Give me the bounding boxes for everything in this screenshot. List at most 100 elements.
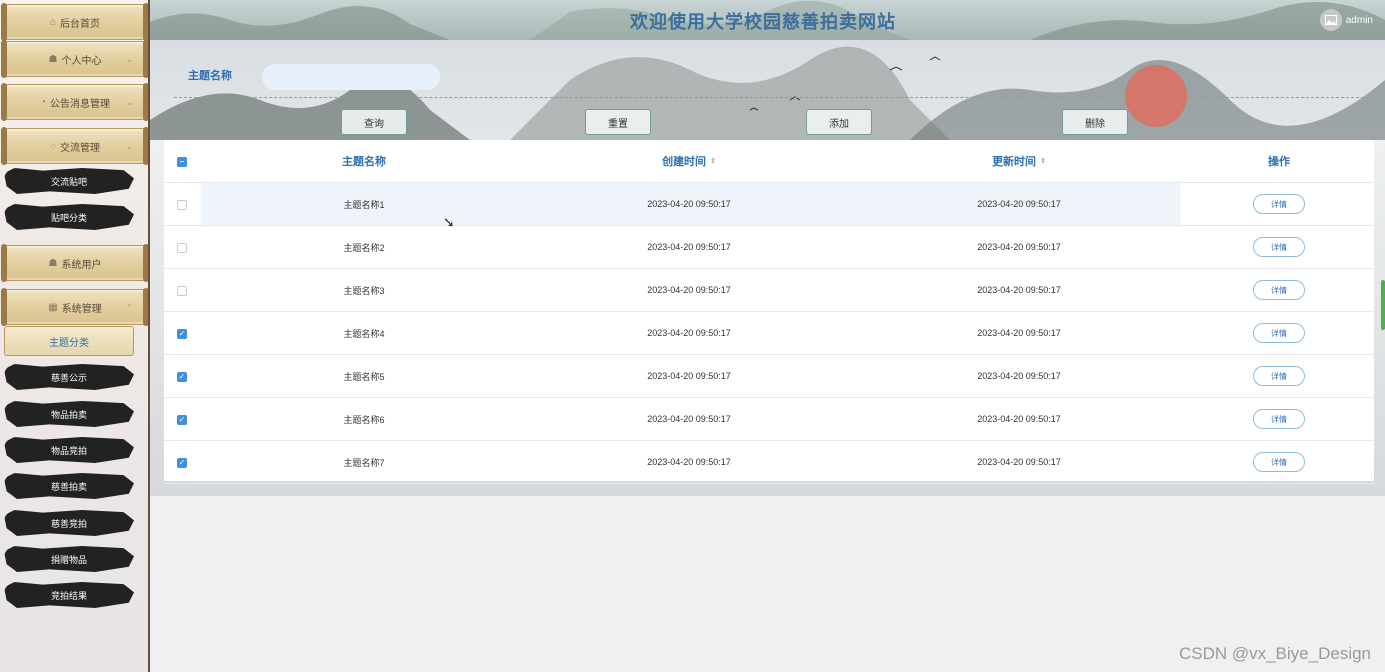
sidebar-item-3[interactable]: ◌ 交流管理 ⌄	[1, 127, 148, 165]
search-label: 主题名称	[188, 70, 232, 82]
sidebar-item-12[interactable]: 慈善拍卖	[4, 473, 134, 499]
bell-icon: ◔	[39, 96, 47, 108]
site-title: 欢迎使用大学校园慈善拍卖网站	[630, 12, 896, 32]
column-header-name: 主题名称	[342, 156, 386, 168]
sidebar-item-5[interactable]: 贴吧分类	[4, 204, 134, 230]
cell-created: 2023-04-20 09:50:17	[647, 457, 731, 467]
cell-updated: 2023-04-20 09:50:17	[977, 371, 1061, 381]
image-icon	[1319, 9, 1342, 31]
row-checkbox[interactable]	[177, 286, 187, 296]
table-row[interactable]: ✓ 主题名称7 2023-04-20 09:50:17 2023-04-20 09:5…	[164, 441, 1374, 484]
user-menu[interactable]: admin	[1319, 9, 1373, 31]
cell-name: 主题名称1	[343, 199, 385, 210]
detail-button[interactable]: 详情	[1253, 323, 1305, 343]
page-scrollbar[interactable]	[1381, 280, 1385, 330]
sidebar-item-label: 交流贴吧	[50, 176, 87, 187]
sidebar-item-7[interactable]: ▦ 系统管理 ⌃	[1, 288, 148, 326]
cell-name: 主题名称2	[343, 242, 385, 253]
detail-button[interactable]: 详情	[1253, 409, 1305, 429]
sidebar-item-label: 交流管理	[59, 142, 100, 154]
sidebar-item-label: 慈善竞拍	[50, 518, 87, 529]
cell-updated: 2023-04-20 09:50:17	[977, 328, 1061, 338]
cell-created: 2023-04-20 09:50:17	[647, 414, 731, 424]
sidebar-item-9[interactable]: 慈善公示	[4, 364, 134, 390]
cell-actions: 详情	[1184, 441, 1374, 483]
sidebar-item-1[interactable]: ☗ 个人中心 ⌄	[1, 40, 148, 78]
cell-updated: 2023-04-20 09:50:17	[977, 199, 1061, 209]
reset-button[interactable]: 重置	[585, 109, 651, 135]
cell-updated: 2023-04-20 09:50:17	[977, 242, 1061, 252]
sidebar-item-14[interactable]: 捐赠物品	[4, 546, 134, 572]
cell-actions: 详情	[1184, 398, 1374, 440]
home-icon: ⌂	[49, 16, 57, 28]
username: admin	[1345, 14, 1373, 26]
sidebar-item-6[interactable]: ☗ 系统用户	[1, 244, 148, 282]
sidebar: ⌂ 后台首页 ☗ 个人中心 ⌄ ◔ 公告消息管理 ⌄ ◌ 交流管理 ⌄ 交流贴吧 贴吧分类 ☗ 系统用户 ▦ 系…	[0, 0, 150, 672]
sidebar-item-15[interactable]: 竞拍结果	[4, 582, 134, 608]
divider	[174, 97, 1364, 98]
detail-button[interactable]: 详情	[1253, 194, 1305, 214]
column-header-updated[interactable]: 更新时间	[992, 153, 1036, 169]
sidebar-item-13[interactable]: 慈善竞拍	[4, 510, 134, 536]
cell-created: 2023-04-20 09:50:17	[647, 285, 731, 295]
sidebar-item-label: 捐赠物品	[50, 554, 87, 565]
grid-icon: ▦	[48, 301, 58, 313]
table-row[interactable]: ✓ 主题名称6 2023-04-20 09:50:17 2023-04-20 09:5…	[164, 398, 1374, 441]
sidebar-item-label: 慈善拍卖	[50, 481, 87, 492]
cell-actions: 详情	[1184, 226, 1374, 268]
delete-button[interactable]: 删除	[1062, 109, 1128, 135]
sidebar-item-0[interactable]: ⌂ 后台首页	[1, 3, 148, 41]
sort-icon[interactable]: ⇕	[710, 157, 716, 165]
row-checkbox[interactable]	[177, 243, 187, 253]
table-row[interactable]: 主题名称1 2023-04-20 09:50:17 2023-04-20 09:50…	[164, 183, 1374, 226]
landscape-background	[150, 46, 1385, 140]
cell-actions: 详情	[1184, 355, 1374, 397]
detail-button[interactable]: 详情	[1253, 452, 1305, 472]
search-input[interactable]	[262, 64, 440, 90]
select-all-checkbox[interactable]: –	[177, 157, 187, 167]
sort-icon[interactable]: ⇕	[1040, 157, 1046, 165]
table-row[interactable]: ✓ 主题名称4 2023-04-20 09:50:17 2023-04-20 09:5…	[164, 312, 1374, 355]
sidebar-item-10[interactable]: 物品拍卖	[4, 401, 134, 427]
table-row[interactable]: ✓ 主题名称5 2023-04-20 09:50:17 2023-04-20 09:5…	[164, 355, 1374, 398]
sidebar-item-8[interactable]: 主题分类	[4, 326, 134, 356]
detail-button[interactable]: 详情	[1253, 366, 1305, 386]
chevron-down-icon: ⌄	[126, 97, 133, 107]
cell-name: 主题名称6	[343, 414, 385, 425]
user-icon: ☗	[48, 53, 58, 65]
cell-name: 主题名称7	[343, 457, 385, 468]
query-button[interactable]: 查询	[341, 109, 407, 135]
watermark: CSDN @vx_Biye_Design	[1178, 644, 1371, 663]
sidebar-item-label: 慈善公示	[50, 372, 87, 383]
sidebar-item-label: 竞拍结果	[50, 590, 87, 601]
sidebar-item-4[interactable]: 交流贴吧	[4, 168, 134, 194]
detail-button[interactable]: 详情	[1253, 237, 1305, 257]
add-button[interactable]: 添加	[806, 109, 872, 135]
sidebar-item-2[interactable]: ◔ 公告消息管理 ⌄	[1, 83, 148, 121]
detail-button[interactable]: 详情	[1253, 280, 1305, 300]
cell-created: 2023-04-20 09:50:17	[647, 242, 731, 252]
row-checkbox[interactable]: ✓	[177, 415, 187, 425]
cell-actions: 详情	[1184, 312, 1374, 354]
table-row[interactable]: 主题名称3 2023-04-20 09:50:17 2023-04-20 09:50…	[164, 269, 1374, 312]
table-row[interactable]: 主题名称2 2023-04-20 09:50:17 2023-04-20 09:50…	[164, 226, 1374, 269]
sidebar-item-label: 系统管理	[61, 303, 102, 315]
table-card: – 主题名称 创建时间 ⇕ 更新时间 ⇕ 操作 主题名称1 2023-04-20 09:50:1…	[150, 140, 1385, 496]
cell-updated: 2023-04-20 09:50:17	[977, 285, 1061, 295]
row-checkbox[interactable]: ✓	[177, 458, 187, 468]
sidebar-item-11[interactable]: 物品竞拍	[4, 437, 134, 463]
row-checkbox[interactable]: ✓	[177, 329, 187, 339]
column-header-created[interactable]: 创建时间	[662, 153, 706, 169]
sidebar-item-label: 物品拍卖	[50, 409, 87, 420]
sidebar-item-label: 公告消息管理	[50, 98, 111, 110]
chevron-down-icon: ⌄	[126, 54, 133, 64]
row-checkbox[interactable]	[177, 200, 187, 210]
row-checkbox[interactable]: ✓	[177, 372, 187, 382]
cell-actions: 详情	[1184, 269, 1374, 311]
sidebar-item-label: 系统用户	[61, 259, 102, 271]
user-icon: ☗	[48, 257, 58, 269]
chevron-up-icon: ⌃	[126, 302, 133, 312]
cell-created: 2023-04-20 09:50:17	[647, 371, 731, 381]
table-header: – 主题名称 创建时间 ⇕ 更新时间 ⇕ 操作	[164, 140, 1374, 183]
mouse-cursor-icon: ➘	[443, 214, 455, 230]
